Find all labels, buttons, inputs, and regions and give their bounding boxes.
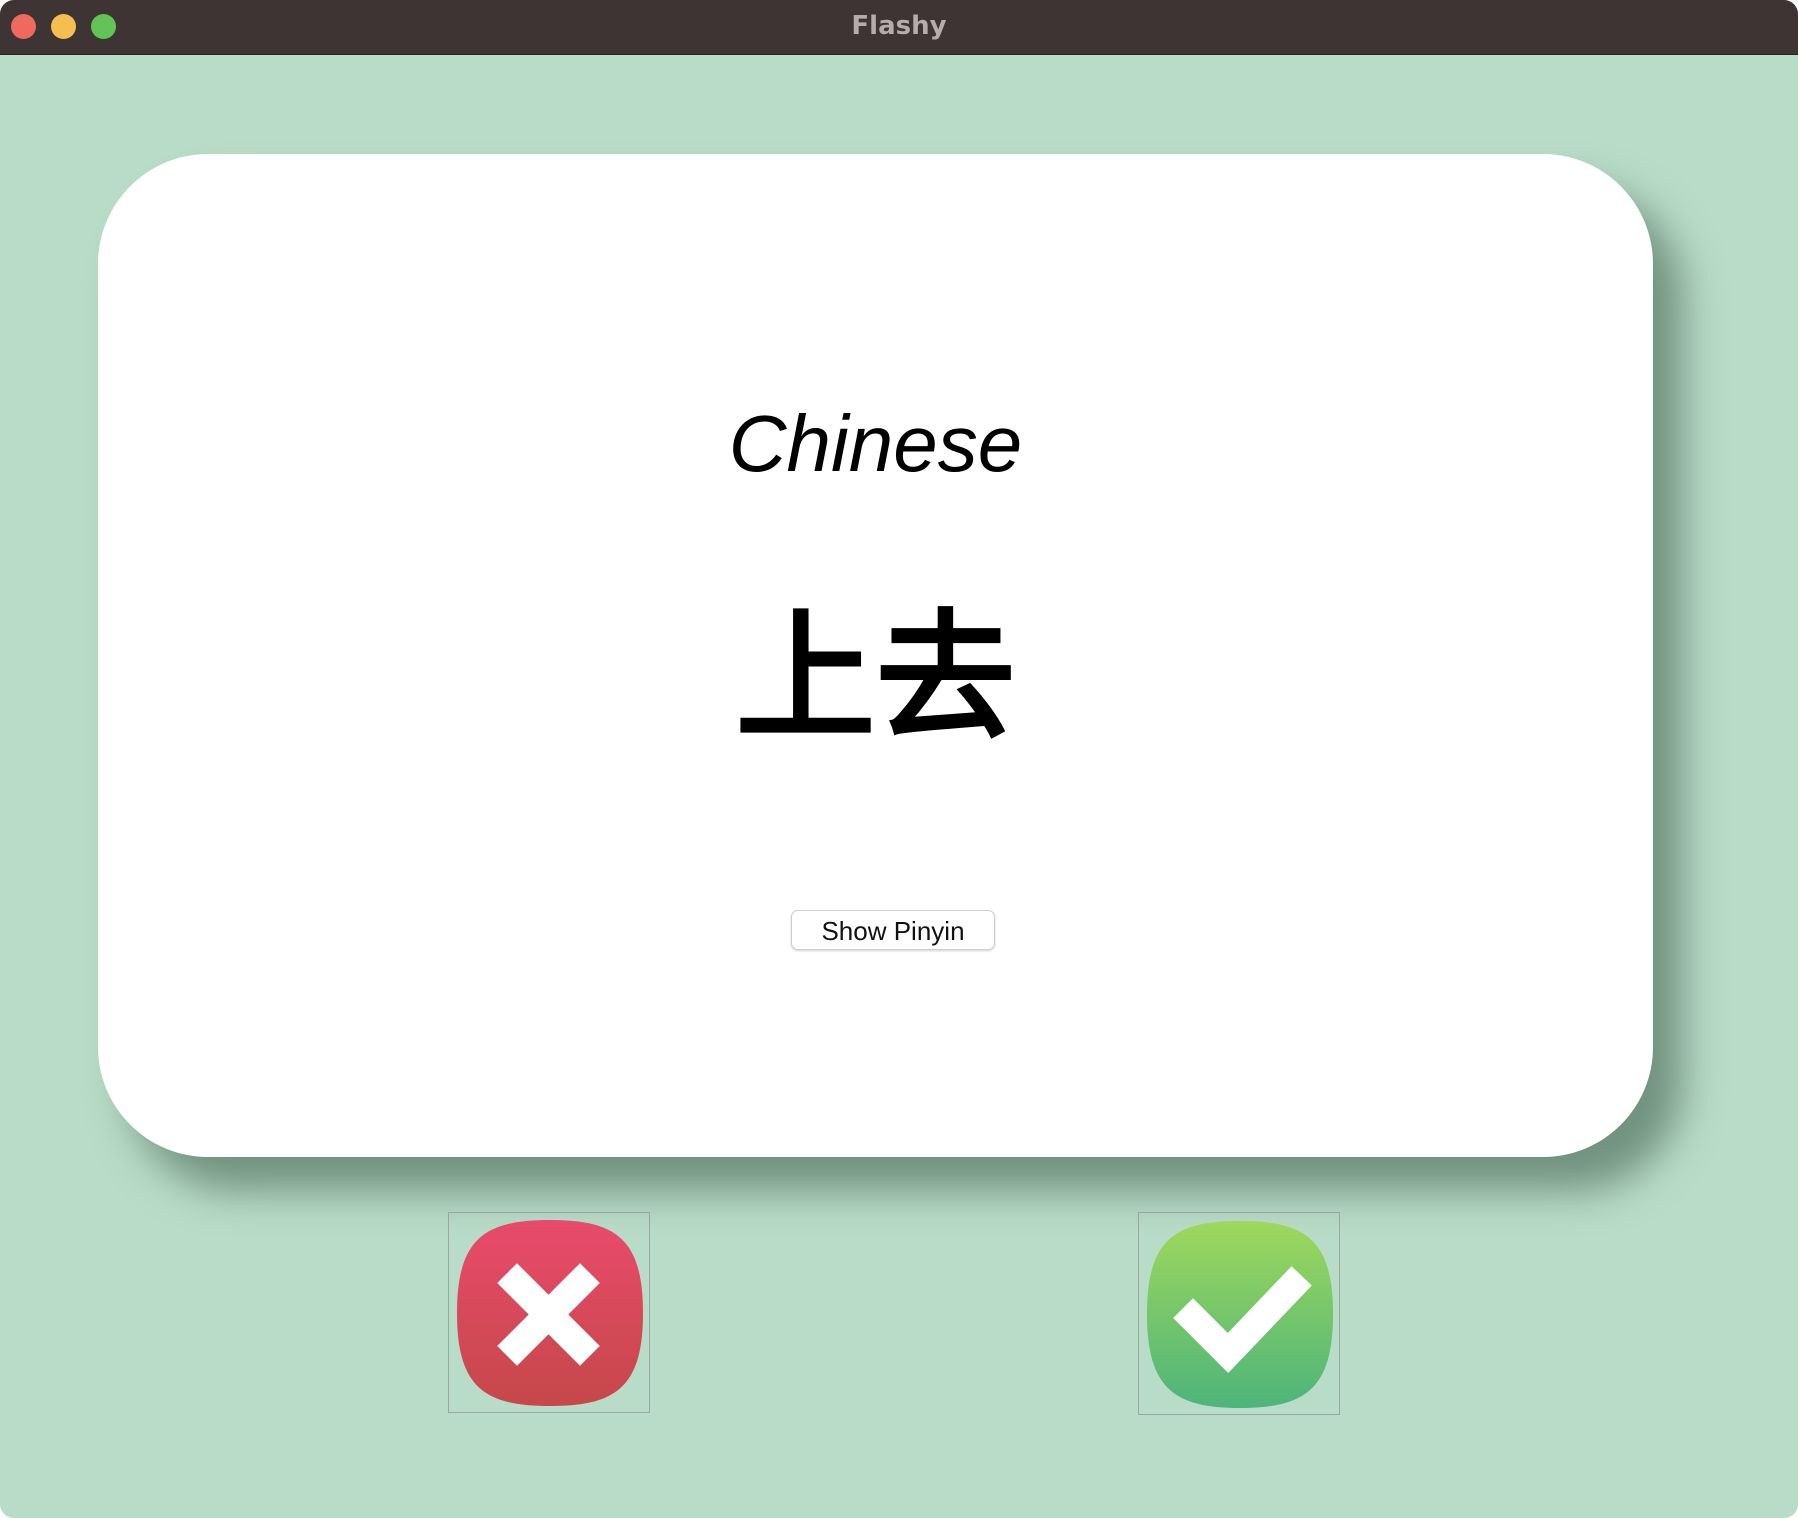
flashcard: Chinese 上去 Show Pinyin: [98, 154, 1653, 1157]
card-language-title: Chinese: [728, 399, 1023, 488]
wrong-cross-icon: [457, 1220, 643, 1406]
main-content: Chinese 上去 Show Pinyin: [0, 55, 1798, 1518]
wrong-button[interactable]: [448, 1212, 650, 1413]
window-title: Flashy: [851, 11, 947, 41]
right-check-icon: [1147, 1221, 1333, 1408]
right-button[interactable]: [1138, 1212, 1340, 1415]
title-bar[interactable]: Flashy: [0, 0, 1798, 55]
show-pinyin-button[interactable]: Show Pinyin: [791, 910, 995, 950]
app-window: Flashy Chinese 上去 Show Pinyin: [0, 0, 1798, 1518]
card-word: 上去: [735, 597, 1016, 760]
